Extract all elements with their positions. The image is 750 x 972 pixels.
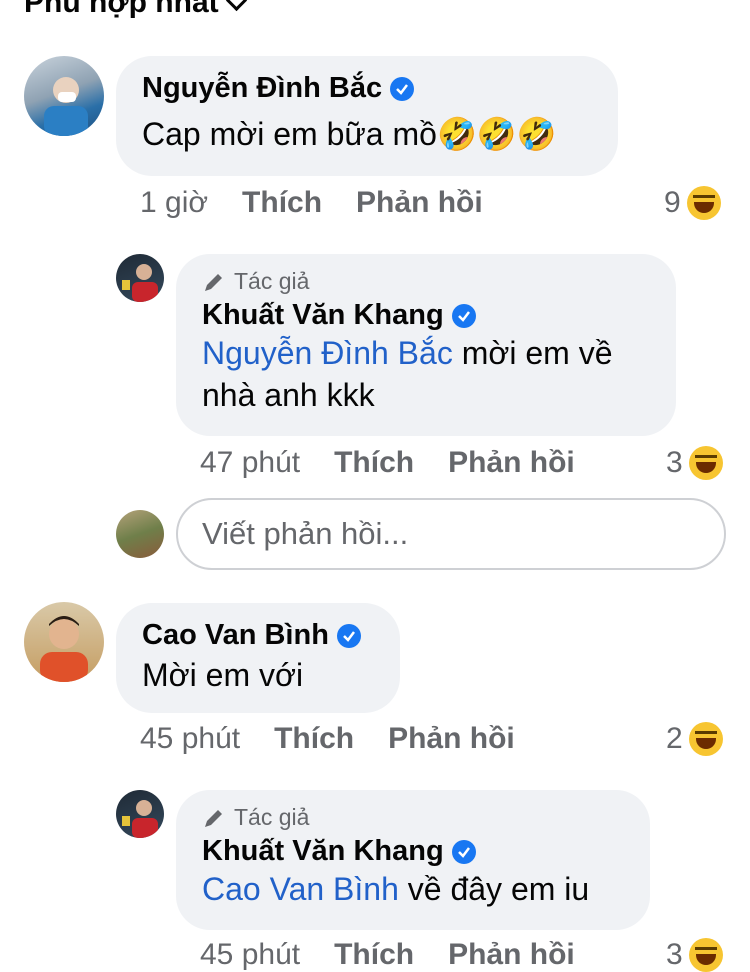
reply-button[interactable]: Phản hồi <box>448 446 575 480</box>
reply-time[interactable]: 47 phút <box>200 446 300 480</box>
author-tag: Tác giả <box>202 804 624 831</box>
avatar-photo <box>122 800 158 838</box>
comment-text: Mời em với <box>142 657 304 693</box>
comment-bubble: Cao Van Bình Mời em với <box>116 603 400 713</box>
reaction-summary[interactable]: 2 <box>666 722 723 756</box>
pencil-icon <box>205 809 222 827</box>
avatar[interactable] <box>116 254 164 302</box>
reaction-count: 3 <box>666 446 683 479</box>
reply-actions: 47 phút Thích Phản hồi <box>200 446 575 480</box>
reply-input-placeholder: Viết phản hồi... <box>202 516 409 551</box>
current-user-avatar[interactable] <box>116 510 164 558</box>
comment-actions: 1 giờ Thích Phản hồi <box>140 186 483 220</box>
like-button[interactable]: Thích <box>274 722 354 756</box>
haha-reaction-icon <box>688 938 723 972</box>
reply-bubble: Tác giả Khuất Văn Khang Nguyễn Đình Bắc … <box>176 254 676 436</box>
mention-link[interactable]: Nguyễn Đình Bắc <box>202 335 453 371</box>
pencil-icon <box>205 273 222 291</box>
commenter-name[interactable]: Khuất Văn Khang <box>202 299 650 332</box>
verified-badge-icon <box>336 623 361 648</box>
commenter-name[interactable]: Cao Van Bình <box>142 619 374 652</box>
reply-actions: 45 phút Thích Phản hồi <box>200 938 575 972</box>
comment-actions: 45 phút Thích Phản hồi <box>140 722 515 756</box>
reaction-summary[interactable]: 3 <box>666 938 723 972</box>
chevron-down-icon <box>225 0 247 11</box>
reaction-count: 9 <box>664 186 681 219</box>
avatar[interactable] <box>24 56 104 136</box>
comment-bubble: Nguyễn Đình Bắc Cap mời em bữa mồ🤣🤣🤣 <box>116 56 618 176</box>
avatar-photo <box>44 77 88 136</box>
reaction-summary[interactable]: 3 <box>666 446 723 480</box>
verified-badge-icon <box>451 839 476 864</box>
comment-time[interactable]: 1 giờ <box>140 186 208 220</box>
commenter-name[interactable]: Nguyễn Đình Bắc <box>142 72 592 105</box>
avatar[interactable] <box>116 790 164 838</box>
avatar-photo <box>40 616 88 682</box>
reply-button[interactable]: Phản hồi <box>388 722 515 756</box>
reply-time[interactable]: 45 phút <box>200 938 300 972</box>
sort-dropdown[interactable]: Phù hợp nhất <box>24 0 247 20</box>
commenter-name[interactable]: Khuất Văn Khang <box>202 835 624 868</box>
mention-link[interactable]: Cao Van Bình <box>202 871 399 907</box>
avatar[interactable] <box>24 602 104 682</box>
reaction-summary[interactable]: 9 <box>664 186 721 220</box>
like-button[interactable]: Thích <box>242 186 322 220</box>
haha-reaction-icon <box>688 722 723 756</box>
author-tag: Tác giả <box>202 268 650 295</box>
haha-reaction-icon <box>686 186 721 220</box>
reaction-count: 3 <box>666 938 683 971</box>
reaction-count: 2 <box>666 722 683 755</box>
sort-label: Phù hợp nhất <box>24 0 219 19</box>
reply-text: Cao Van Bình về đây em iu <box>202 871 590 907</box>
like-button[interactable]: Thích <box>334 446 414 480</box>
reply-button[interactable]: Phản hồi <box>448 938 575 972</box>
comment-time[interactable]: 45 phút <box>140 722 240 756</box>
verified-badge-icon <box>390 76 415 101</box>
avatar-photo <box>122 264 158 302</box>
haha-reaction-icon <box>688 446 723 480</box>
reply-text: Nguyễn Đình Bắc mời em về nhà anh kkk <box>202 335 613 413</box>
comment-text: Cap mời em bữa mồ🤣🤣🤣 <box>142 116 557 152</box>
reply-bubble: Tác giả Khuất Văn Khang Cao Van Bình về … <box>176 790 650 930</box>
verified-badge-icon <box>451 303 476 328</box>
like-button[interactable]: Thích <box>334 938 414 972</box>
reply-input[interactable]: Viết phản hồi... <box>176 498 726 570</box>
reply-button[interactable]: Phản hồi <box>356 186 483 220</box>
